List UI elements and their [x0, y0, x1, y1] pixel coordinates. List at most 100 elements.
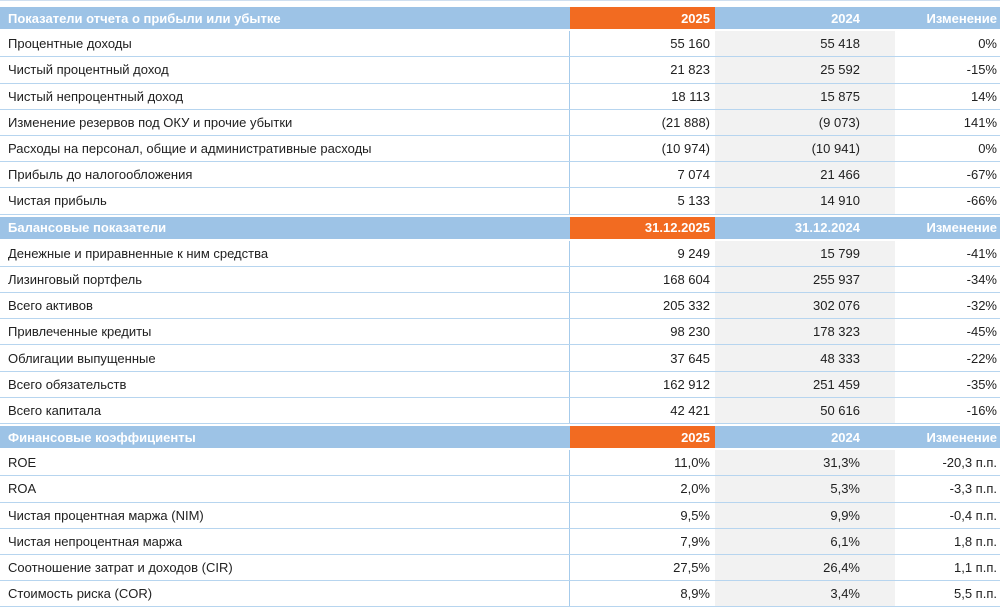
table-row: Привлеченные кредиты 98 230 178 323 -45%: [0, 319, 1000, 346]
table-row: Чистый непроцентный доход 18 113 15 875 …: [0, 83, 1000, 110]
cell-2025: 8,9%: [680, 586, 710, 602]
row-label: Всего обязательств: [0, 371, 570, 397]
section-header-ratios: Финансовые коэффициенты 2025 2024 Измене…: [0, 424, 1000, 451]
cell-2024: 9,9%: [715, 502, 895, 528]
table-row: Облигации выпущенные 37 645 48 333 -22%: [0, 345, 1000, 372]
table-row: Прибыль до налогообложения 7 074 21 466 …: [0, 162, 1000, 189]
cell-2025: 21 823: [670, 62, 710, 78]
section-title: Финансовые коэффициенты: [0, 424, 570, 451]
cell-2025: 42 421: [670, 402, 710, 418]
cell-change: -45%: [966, 324, 997, 340]
row-label: ROA: [0, 476, 570, 502]
cell-2025: 2,0%: [680, 481, 710, 497]
cell-2025: 205 332: [663, 298, 710, 314]
row-label: Денежные и приравненные к ним средства: [0, 240, 570, 266]
cell-change: -41%: [966, 245, 997, 261]
cell-2024: 6,1%: [715, 528, 895, 554]
row-label: ROE: [0, 450, 570, 476]
cell-2025: 98 230: [670, 324, 710, 340]
cell-change: 1,8 п.п.: [954, 533, 997, 549]
table-row: Чистая прибыль 5 133 14 910 -66%: [0, 188, 1000, 215]
cell-change: -20,3 п.п.: [942, 455, 997, 471]
cell-change: 1,1 п.п.: [954, 560, 997, 576]
cell-2024: 15 799: [715, 240, 895, 266]
cell-2024: 26,4%: [715, 554, 895, 581]
row-label: Соотношение затрат и доходов (CIR): [0, 554, 570, 581]
table-row: Процентные доходы 55 160 55 418 0%: [0, 31, 1000, 58]
cell-2025: 7 074: [677, 167, 710, 183]
cell-change: -0,4 п.п.: [949, 507, 997, 523]
cell-change: -22%: [966, 350, 997, 366]
row-label: Лизинговый портфель: [0, 266, 570, 293]
cell-change: 14%: [970, 88, 997, 104]
cell-2024: 251 459: [715, 371, 895, 397]
row-label: Расходы на персонал, общие и администрат…: [0, 135, 570, 162]
cell-change: 141%: [963, 114, 997, 130]
cell-2024: 48 333: [715, 345, 895, 371]
cell-change: -3,3 п.п.: [949, 481, 997, 497]
table-row: Денежные и приравненные к ним средства 9…: [0, 240, 1000, 267]
cell-change: -15%: [966, 62, 997, 78]
cell-2025: 27,5%: [673, 560, 710, 576]
cell-2024: 14 910: [715, 188, 895, 214]
cell-2025: 37 645: [670, 350, 710, 366]
row-label: Всего активов: [0, 293, 570, 319]
col-header-2025: 2025: [570, 424, 715, 451]
col-header-2025: 2025: [570, 5, 715, 32]
table-row: Всего активов 205 332 302 076 -32%: [0, 293, 1000, 320]
cell-2024: 178 323: [715, 319, 895, 345]
table-row: Изменение резервов под ОКУ и прочие убыт…: [0, 109, 1000, 136]
cell-2025: 7,9%: [680, 533, 710, 549]
cell-2024: (10 941): [715, 135, 895, 162]
cell-change: 5,5 п.п.: [954, 586, 997, 602]
cell-2025: (21 888): [661, 114, 710, 130]
cell-change: -32%: [966, 298, 997, 314]
table-row: Всего обязательств 162 912 251 459 -35%: [0, 371, 1000, 398]
col-header-change: Изменение: [895, 214, 1000, 241]
table-row: Чистый процентный доход 21 823 25 592 -1…: [0, 57, 1000, 84]
cell-2024: 3,4%: [715, 581, 895, 607]
cell-2025: 55 160: [670, 36, 710, 52]
cell-2024: (9 073): [715, 109, 895, 135]
cell-2025: 5 133: [677, 193, 710, 209]
row-label: Стоимость риска (COR): [0, 581, 570, 607]
table-row: Стоимость риска (COR) 8,9% 3,4% 5,5 п.п.: [0, 581, 1000, 608]
cell-change: -16%: [966, 402, 997, 418]
financial-table: Показатели отчета о прибыли или убытке 2…: [0, 5, 1000, 608]
col-header-change: Изменение: [895, 424, 1000, 451]
col-header-2024: 2024: [715, 5, 895, 32]
cell-2024: 31,3%: [715, 450, 895, 476]
row-label: Прибыль до налогообложения: [0, 162, 570, 188]
cell-change: -35%: [966, 376, 997, 392]
cell-2024: 302 076: [715, 293, 895, 319]
section-header-balance: Балансовые показатели 31.12.2025 31.12.2…: [0, 214, 1000, 241]
table-row: Расходы на персонал, общие и администрат…: [0, 135, 1000, 163]
row-label: Чистая процентная маржа (NIM): [0, 502, 570, 528]
cell-change: 0%: [978, 36, 997, 52]
cell-2024: 15 875: [715, 83, 895, 109]
cell-change: -34%: [966, 271, 997, 287]
cell-2024: 25 592: [715, 57, 895, 83]
col-header-change: Изменение: [895, 5, 1000, 32]
cell-2025: (10 974): [661, 141, 710, 157]
row-label: Чистая непроцентная маржа: [0, 528, 570, 554]
cell-change: -66%: [966, 193, 997, 209]
cell-2024: 21 466: [715, 162, 895, 188]
row-label: Чистый непроцентный доход: [0, 83, 570, 109]
row-label: Всего капитала: [0, 397, 570, 423]
financial-report-table-page: Показатели отчета о прибыли или убытке 2…: [0, 0, 1000, 612]
table-row: Всего капитала 42 421 50 616 -16%: [0, 397, 1000, 424]
row-label: Привлеченные кредиты: [0, 319, 570, 345]
section-title: Балансовые показатели: [0, 214, 570, 241]
col-header-2025: 31.12.2025: [570, 214, 715, 241]
table-row: Соотношение затрат и доходов (CIR) 27,5%…: [0, 554, 1000, 582]
table-row: ROE 11,0% 31,3% -20,3 п.п.: [0, 450, 1000, 477]
row-label: Облигации выпущенные: [0, 345, 570, 371]
cell-2025: 11,0%: [674, 455, 710, 471]
section-title: Показатели отчета о прибыли или убытке: [0, 5, 570, 32]
section-header-pnl: Показатели отчета о прибыли или убытке 2…: [0, 5, 1000, 32]
cell-2025: 9 249: [677, 245, 710, 261]
cell-2025: 162 912: [663, 376, 710, 392]
col-header-2024: 2024: [715, 424, 895, 451]
cell-2024: 255 937: [715, 266, 895, 293]
